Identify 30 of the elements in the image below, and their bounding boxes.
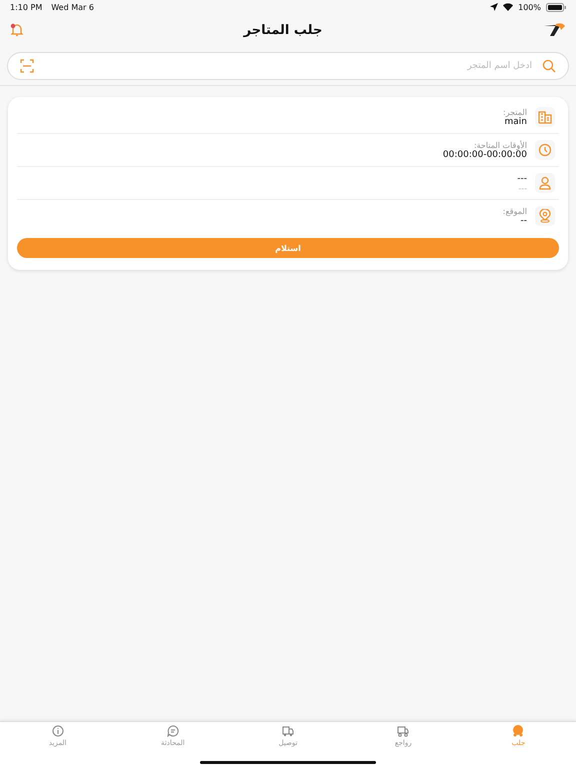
bell-icon [10,23,24,37]
field-label: الأوقات المتاحة: [474,140,527,150]
page-title: جلب المتاجر [244,22,322,38]
more-info-icon [52,725,64,737]
location-arrow-icon [490,3,498,11]
chat-bubble-icon [166,725,179,737]
building-icon [538,110,552,124]
field-label: الموقع: [502,206,527,216]
scan-icon[interactable] [20,59,34,73]
field-value: main [504,116,527,126]
field-value: --- [518,184,527,192]
clock-icon [538,143,552,157]
truck-icon [397,725,410,737]
van-icon [282,725,294,737]
status-date: Wed Mar 6 [51,2,94,12]
wifi-icon [503,3,514,11]
location-pin-icon [538,209,552,223]
search-field[interactable]: ادخل اسم المتجر [42,60,534,72]
field-label: المتجر: [503,108,527,116]
battery-icon [546,2,566,12]
field-value: 00:00:00-00:00:00 [442,150,527,160]
battery-percent: 100% [518,2,541,12]
status-time: 1:10 PM [10,2,42,12]
search-bar[interactable]: ادخل اسم المتجر [7,52,569,80]
receive-button[interactable]: استلام [17,238,559,258]
search-icon [542,59,556,73]
person-icon [538,176,552,190]
field-label: --- [517,174,527,184]
notification-button[interactable] [10,23,24,37]
field-value: -- [520,216,527,226]
